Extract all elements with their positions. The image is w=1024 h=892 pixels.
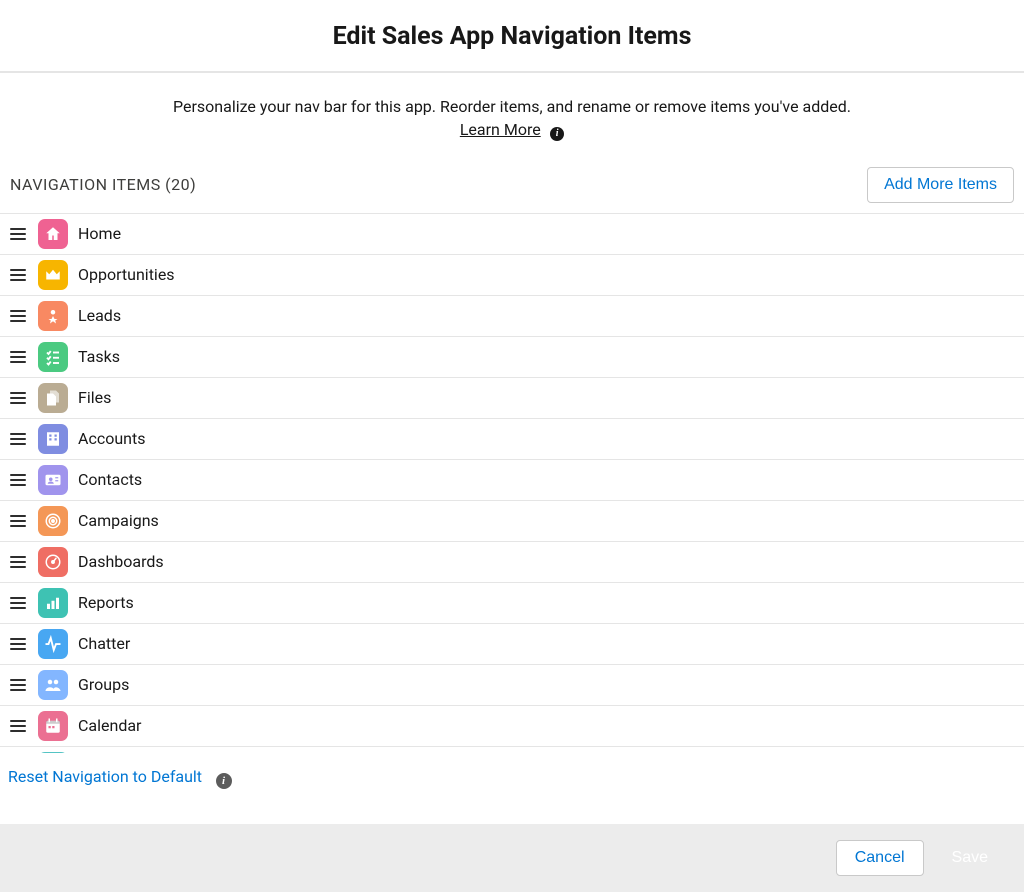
dialog-footer: Cancel Save	[0, 824, 1024, 892]
nav-item-row[interactable]: Files	[0, 378, 1024, 419]
nav-item-row[interactable]: Home	[0, 214, 1024, 255]
nav-item-label: Campaigns	[78, 511, 159, 530]
drag-handle-icon[interactable]	[8, 552, 28, 572]
nav-item-label: Chatter	[78, 634, 130, 653]
building-icon	[38, 424, 68, 454]
drag-handle-icon[interactable]	[8, 224, 28, 244]
drag-handle-icon[interactable]	[8, 306, 28, 326]
nav-item-row[interactable]: Chatter	[0, 624, 1024, 665]
drag-handle-icon[interactable]	[8, 593, 28, 613]
page-title: Edit Sales App Navigation Items	[0, 22, 1024, 51]
learn-more-link[interactable]: Learn More	[460, 120, 541, 139]
nav-item-label: Reports	[78, 593, 134, 612]
cancel-button[interactable]: Cancel	[836, 840, 924, 876]
subheader-text: Personalize your nav bar for this app. R…	[173, 97, 851, 116]
drag-handle-icon[interactable]	[8, 470, 28, 490]
target-icon	[38, 506, 68, 536]
bar-chart-icon	[38, 588, 68, 618]
nav-item-row[interactable]: Contacts	[0, 460, 1024, 501]
nav-item-label: Calendar	[78, 716, 141, 735]
add-more-items-button[interactable]: Add More Items	[867, 167, 1014, 203]
nav-item-label: Opportunities	[78, 265, 175, 284]
save-button[interactable]: Save	[934, 841, 1006, 875]
nav-item-label: Contacts	[78, 470, 142, 489]
drag-handle-icon[interactable]	[8, 347, 28, 367]
reset-row: Reset Navigation to Default i	[0, 753, 1024, 803]
section-bar: NAVIGATION ITEMS (20) Add More Items	[0, 167, 1024, 213]
people-icon	[38, 670, 68, 700]
drag-handle-icon[interactable]	[8, 634, 28, 654]
drag-handle-icon[interactable]	[8, 511, 28, 531]
generic-icon	[38, 752, 68, 753]
files-icon	[38, 383, 68, 413]
drag-handle-icon[interactable]	[8, 716, 28, 736]
nav-item-label: Leads	[78, 306, 121, 325]
nav-item-label: Files	[78, 388, 111, 407]
drag-handle-icon[interactable]	[8, 265, 28, 285]
section-title: NAVIGATION ITEMS (20)	[10, 175, 196, 194]
star-person-icon	[38, 301, 68, 331]
contact-card-icon	[38, 465, 68, 495]
subheader: Personalize your nav bar for this app. R…	[0, 73, 1024, 167]
nav-item-label: Accounts	[78, 429, 145, 448]
gauge-icon	[38, 547, 68, 577]
nav-item-row[interactable]: Accounts	[0, 419, 1024, 460]
dialog-header: Edit Sales App Navigation Items	[0, 0, 1024, 73]
navigation-items-list[interactable]: Home Opportunities Leads Tasks Files Accounts…	[0, 213, 1024, 753]
nav-item-row[interactable]: Calendar	[0, 706, 1024, 747]
nav-item-row[interactable]: Tasks	[0, 337, 1024, 378]
nav-item-label: Tasks	[78, 347, 120, 366]
nav-item-row[interactable]: Campaigns	[0, 501, 1024, 542]
checklist-icon	[38, 342, 68, 372]
nav-item-label: Groups	[78, 675, 129, 694]
pulse-icon	[38, 629, 68, 659]
nav-item-label: Dashboards	[78, 552, 164, 571]
nav-item-row[interactable]: Reports	[0, 583, 1024, 624]
info-icon[interactable]: i	[216, 773, 232, 789]
reset-navigation-link[interactable]: Reset Navigation to Default	[8, 767, 202, 786]
nav-item-row[interactable]: Groups	[0, 665, 1024, 706]
calendar-icon	[38, 711, 68, 741]
drag-handle-icon[interactable]	[8, 675, 28, 695]
crown-icon	[38, 260, 68, 290]
nav-item-label: Home	[78, 224, 121, 243]
nav-item-row[interactable]: Leads	[0, 296, 1024, 337]
drag-handle-icon[interactable]	[8, 429, 28, 449]
drag-handle-icon[interactable]	[8, 388, 28, 408]
nav-item-row[interactable]: Dashboards	[0, 542, 1024, 583]
info-icon[interactable]: i	[550, 127, 564, 141]
home-icon	[38, 219, 68, 249]
nav-item-row[interactable]: Opportunities	[0, 255, 1024, 296]
